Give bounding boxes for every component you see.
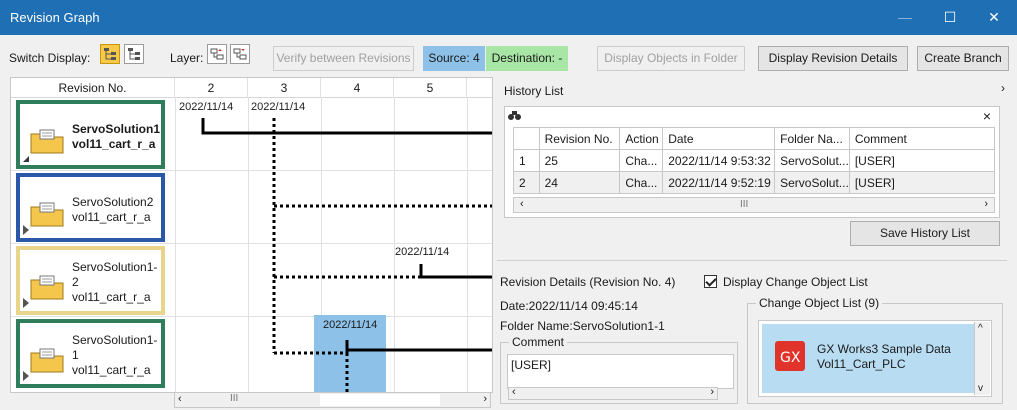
source-badge: Source: 4 [423, 46, 485, 71]
comment-label: Comment [509, 335, 568, 349]
title-bar: Revision Graph — ☐ ✕ [0, 0, 1017, 35]
history-panel: History List › × Revision No. Action Dat… [493, 77, 1013, 407]
scroll-right-icon[interactable]: › [710, 386, 714, 398]
history-list-title: History List [504, 84, 564, 98]
change-object-line1: GX Works3 Sample Data [817, 342, 951, 356]
cell: 2022/11/14 9:52:19 [662, 171, 776, 194]
comment-value: [USER] [511, 358, 552, 372]
scroll-left-icon[interactable]: ‹ [178, 393, 182, 405]
history-table: Revision No. Action Date Folder Na... Co… [513, 127, 996, 194]
row-index-header [513, 127, 540, 150]
column-header-revision-no[interactable]: Revision No. [538, 127, 621, 150]
save-history-list-button[interactable]: Save History List [850, 221, 1000, 246]
comment-group: Comment [USER] ‹ › [500, 335, 738, 404]
revision-date-text: Date:2022/11/14 09:45:14 [500, 299, 638, 313]
change-object-list-group: Change Object List (9) GX GX Works3 Samp… [747, 296, 1003, 404]
verify-between-revisions-button[interactable]: Verify between Revisions [273, 46, 414, 71]
binoculars-icon[interactable] [508, 110, 521, 121]
divider [497, 260, 1007, 261]
change-object-list[interactable]: GX GX Works3 Sample Data Vol11_Cart_PLC … [758, 320, 992, 397]
scroll-left-icon[interactable]: ‹ [512, 386, 516, 398]
cell: 1 [513, 149, 540, 172]
scroll-down-icon[interactable]: v [978, 383, 983, 394]
cell: 2 [513, 171, 540, 194]
close-button[interactable]: ✕ [972, 0, 1016, 35]
cell: 25 [538, 149, 621, 172]
cell: Cha... [619, 171, 664, 194]
folder-name-text: Folder Name:ServoSolution1-1 [500, 319, 665, 333]
history-table-panel: × Revision No. Action Date Folder Na... … [504, 106, 1000, 218]
layer-expand-icon[interactable] [207, 44, 227, 64]
cell: ServoSolut... [774, 171, 850, 194]
column-header-comment[interactable]: Comment [848, 127, 996, 150]
table-row[interactable]: 2 24 Cha... 2022/11/14 9:52:19 ServoSolu… [513, 171, 996, 194]
change-object-item[interactable]: GX GX Works3 Sample Data Vol11_Cart_PLC [762, 324, 974, 393]
svg-text:GX: GX [780, 350, 801, 366]
display-objects-in-folder-button[interactable]: Display Objects in Folder [597, 46, 745, 71]
scroll-track[interactable] [320, 394, 440, 406]
column-header-action[interactable]: Action [619, 127, 664, 150]
display-change-object-list-label: Display Change Object List [723, 275, 868, 289]
column-header-date[interactable]: Date [662, 127, 776, 150]
table-horizontal-scrollbar[interactable]: ‹ III › [513, 197, 995, 213]
layer-label: Layer: [170, 51, 204, 65]
graph-horizontal-scrollbar[interactable]: ‹ III › [174, 392, 491, 408]
switch-display-graph-icon[interactable] [100, 44, 120, 64]
comment-field[interactable]: [USER] [507, 354, 734, 389]
close-search-icon[interactable]: × [983, 108, 991, 124]
switch-display-label: Switch Display: [9, 51, 91, 65]
layer-collapse-icon[interactable] [230, 44, 250, 64]
switch-display-list-icon[interactable] [124, 44, 144, 64]
minimize-button[interactable]: — [883, 0, 927, 35]
scroll-right-icon[interactable]: › [483, 393, 487, 405]
comment-scrollbar[interactable]: ‹ › [508, 386, 718, 400]
destination-badge: Destination: - [486, 46, 568, 71]
cell: [USER] [848, 171, 996, 194]
panel-collapse-icon[interactable]: › [1001, 81, 1005, 95]
display-revision-details-button[interactable]: Display Revision Details [758, 46, 908, 71]
toolbar: Switch Display: Layer: Verify between Re… [0, 35, 1017, 76]
create-branch-button[interactable]: Create Branch [917, 46, 1009, 71]
revision-connections [201, 118, 492, 392]
cell: [USER] [848, 149, 996, 172]
cell: 2022/11/14 9:53:32 [662, 149, 776, 172]
table-row[interactable]: 1 25 Cha... 2022/11/14 9:53:32 ServoSolu… [513, 149, 996, 172]
window-title: Revision Graph [10, 10, 100, 25]
revision-graph: Revision No. 2 3 4 5 ServoSolution1 vol11… [10, 77, 493, 393]
change-object-list-title: Change Object List (9) [756, 296, 883, 310]
scroll-up-icon[interactable]: ^ [978, 323, 983, 334]
scroll-right-icon[interactable]: › [984, 198, 988, 210]
revision-details-title: Revision Details (Revision No. 4) [500, 275, 676, 289]
change-object-line2: Vol11_Cart_PLC [817, 357, 906, 371]
display-change-object-list-checkbox[interactable] [704, 275, 717, 288]
cell: Cha... [619, 149, 664, 172]
scroll-thumb-grip-icon: III [230, 393, 239, 404]
column-header-folder-name[interactable]: Folder Na... [774, 127, 850, 150]
change-list-scrollbar[interactable]: ^ v [974, 322, 990, 395]
scroll-left-icon[interactable]: ‹ [520, 198, 524, 210]
maximize-button[interactable]: ☐ [928, 0, 972, 35]
cell: ServoSolut... [774, 149, 850, 172]
scroll-thumb-grip-icon: III [740, 199, 749, 210]
cell: 24 [538, 171, 621, 194]
gx-works3-icon: GX [775, 341, 805, 371]
